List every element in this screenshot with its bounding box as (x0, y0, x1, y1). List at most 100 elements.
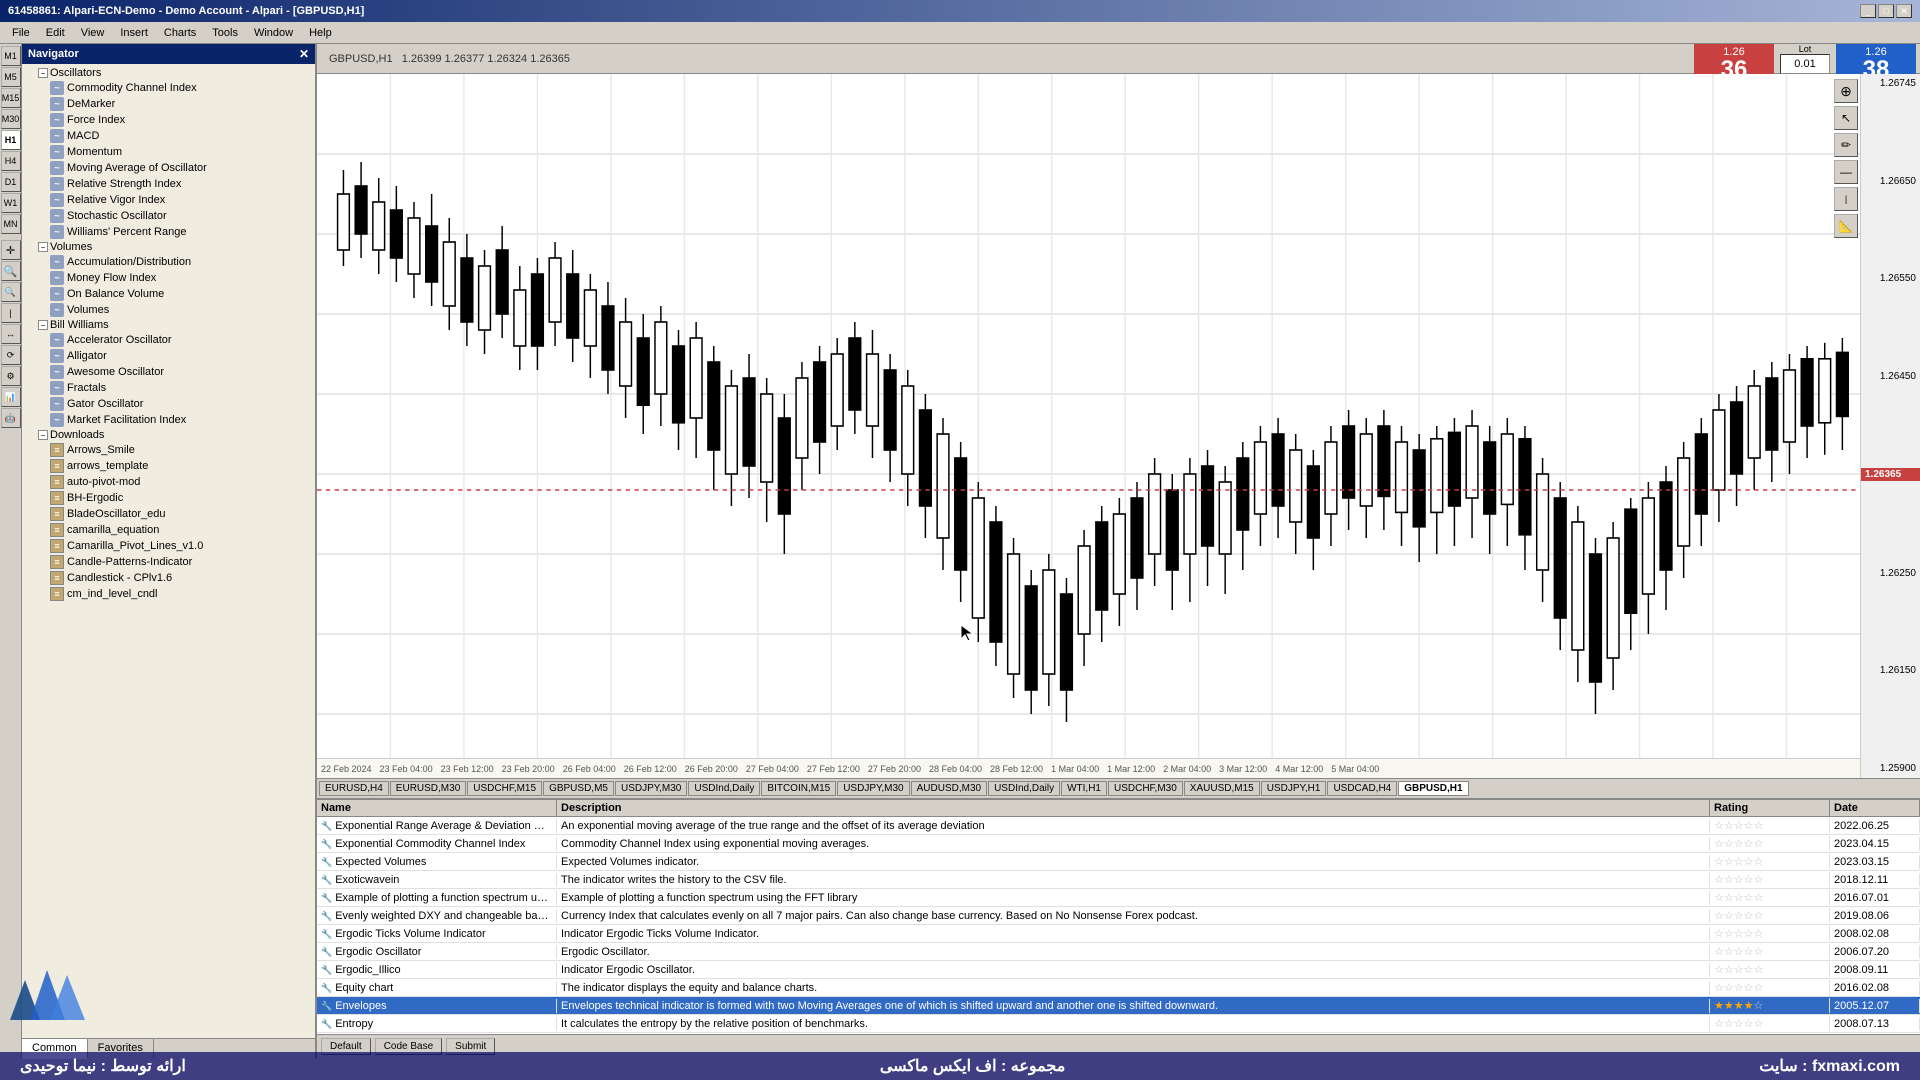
hline-tool[interactable]: — (1834, 160, 1858, 184)
tb-d1[interactable]: D1 (1, 172, 21, 192)
nav-wpr[interactable]: Williams' Percent Range (22, 224, 315, 240)
window-controls[interactable]: _ □ ✕ (1860, 4, 1912, 18)
nav-bh-ergodic[interactable]: BH-Ergodic (22, 490, 315, 506)
menu-insert[interactable]: Insert (112, 25, 156, 41)
nav-camarilla-pivot[interactable]: Camarilla_Pivot_Lines_v1.0 (22, 538, 315, 554)
table-row[interactable]: 🔧Exponential Commodity Channel Index Com… (317, 835, 1920, 853)
sym-usdind-daily[interactable]: USDInd,Daily (688, 781, 760, 796)
sym-usdchf-m30[interactable]: USDCHF,M30 (1108, 781, 1183, 796)
menu-help[interactable]: Help (301, 25, 340, 41)
draw-tool[interactable]: ✏ (1834, 133, 1858, 157)
nav-obv[interactable]: On Balance Volume (22, 286, 315, 302)
tb-autoscroll[interactable]: ⟳ (1, 345, 21, 365)
lot-input[interactable] (1780, 54, 1830, 74)
menu-edit[interactable]: Edit (38, 25, 73, 41)
nav-cci[interactable]: Commodity Channel Index (22, 80, 315, 96)
table-row[interactable]: 🔧Ergodic Oscillator Ergodic Oscillator. … (317, 943, 1920, 961)
tb-zoom-in[interactable]: 🔍 (1, 261, 21, 281)
tb-period-sep[interactable]: | (1, 303, 21, 323)
nav-candle-patterns[interactable]: Candle-Patterns-Indicator (22, 554, 315, 570)
nav-camarilla-eq[interactable]: camarilla_equation (22, 522, 315, 538)
table-row[interactable]: 🔧Ergodic Ticks Volume Indicator Indicato… (317, 925, 1920, 943)
table-row-selected[interactable]: 🔧Envelopes Envelopes technical indicator… (317, 997, 1920, 1015)
tb-h4[interactable]: H4 (1, 151, 21, 171)
menu-tools[interactable]: Tools (204, 25, 246, 41)
navigator-close-btn[interactable]: ✕ (299, 47, 309, 61)
table-row[interactable]: 🔧Evenly weighted DXY and changeable base… (317, 907, 1920, 925)
nav-alligator[interactable]: Alligator (22, 348, 315, 364)
nav-rsi[interactable]: Relative Strength Index (22, 176, 315, 192)
sym-gbpusd-h1[interactable]: GBPUSD,H1 (1398, 781, 1468, 796)
tb-crosshair[interactable]: ✛ (1, 240, 21, 260)
tb-m30[interactable]: M30 (1, 109, 21, 129)
nav-arrows-template[interactable]: arrows_template (22, 458, 315, 474)
menu-window[interactable]: Window (246, 25, 301, 41)
table-row[interactable]: 🔧Equity chart The indicator displays the… (317, 979, 1920, 997)
sym-bitcoin-m15[interactable]: BITCOIN,M15 (761, 781, 836, 796)
sym-usdjpy-m30-2[interactable]: USDJPY,M30 (837, 781, 909, 796)
sym-usdjpy-h1[interactable]: USDJPY,H1 (1261, 781, 1327, 796)
close-btn[interactable]: ✕ (1896, 4, 1912, 18)
sym-wti-h1[interactable]: WTI,H1 (1061, 781, 1107, 796)
nav-arrows-smile[interactable]: Arrows_Smile (22, 442, 315, 458)
tb-indicator[interactable]: 📊 (1, 387, 21, 407)
sym-gbpusd-m5[interactable]: GBPUSD,M5 (543, 781, 614, 796)
menu-file[interactable]: File (4, 25, 38, 41)
sym-xauusd-m15[interactable]: XAUUSD,M15 (1184, 781, 1260, 796)
nav-force[interactable]: Force Index (22, 112, 315, 128)
nav-billwilliams-folder[interactable]: − Bill Williams (22, 318, 315, 332)
tb-mn[interactable]: MN (1, 214, 21, 234)
tb-m5[interactable]: M5 (1, 67, 21, 87)
nav-ao[interactable]: Accelerator Oscillator (22, 332, 315, 348)
maximize-btn[interactable]: □ (1878, 4, 1894, 18)
nav-macd[interactable]: MACD (22, 128, 315, 144)
nav-volumes[interactable]: Volumes (22, 302, 315, 318)
nav-blade-osc[interactable]: BladeOscillator_edu (22, 506, 315, 522)
nav-gator[interactable]: Gator Oscillator (22, 396, 315, 412)
oscillators-toggle[interactable]: − (38, 68, 48, 78)
nav-rvi[interactable]: Relative Vigor Index (22, 192, 315, 208)
sym-eurusd-m30[interactable]: EURUSD,M30 (390, 781, 466, 796)
table-row[interactable]: 🔧Expected Volumes Expected Volumes indic… (317, 853, 1920, 871)
tb-m1[interactable]: M1 (1, 46, 21, 66)
volumes-toggle[interactable]: − (38, 242, 48, 252)
tb-w1[interactable]: W1 (1, 193, 21, 213)
tb-zoom-out[interactable]: 🔍 (1, 282, 21, 302)
table-row[interactable]: 🔧Ergodic_Illico Indicator Ergodic Oscill… (317, 961, 1920, 979)
nav-volumes-folder[interactable]: − Volumes (22, 240, 315, 254)
nav-cm-ind[interactable]: cm_ind_level_cndl (22, 586, 315, 602)
downloads-toggle[interactable]: − (38, 430, 48, 440)
nav-auto-pivot[interactable]: auto-pivot-mod (22, 474, 315, 490)
nav-demarker[interactable]: DeMarker (22, 96, 315, 112)
nav-mfi-bw[interactable]: Market Facilitation Index (22, 412, 315, 428)
sym-usdcad-h4[interactable]: USDCAD,H4 (1327, 781, 1397, 796)
minimize-btn[interactable]: _ (1860, 4, 1876, 18)
sym-usdjpy-m30[interactable]: USDJPY,M30 (615, 781, 687, 796)
bw-toggle[interactable]: − (38, 320, 48, 330)
crosshair-tool[interactable]: ⊕ (1834, 79, 1858, 103)
nav-momentum[interactable]: Momentum (22, 144, 315, 160)
nav-oscillators-folder[interactable]: − Oscillators (22, 66, 315, 80)
tb-expert[interactable]: 🤖 (1, 408, 21, 428)
nav-mfi[interactable]: Money Flow Index (22, 270, 315, 286)
table-row[interactable]: 🔧Example of plotting a function spectrum… (317, 889, 1920, 907)
table-row[interactable]: 🔧Exoticwavein The indicator writes the h… (317, 871, 1920, 889)
tb-chart-scroll[interactable]: ↔ (1, 324, 21, 344)
sym-usdchf-m15[interactable]: USDCHF,M15 (467, 781, 542, 796)
tb-h1[interactable]: H1 (1, 130, 21, 150)
nav-fractals[interactable]: Fractals (22, 380, 315, 396)
vline-tool[interactable]: | (1834, 187, 1858, 211)
menu-view[interactable]: View (73, 25, 113, 41)
nav-candlestick[interactable]: Candlestick - CPlv1.6 (22, 570, 315, 586)
nav-stoch[interactable]: Stochastic Oscillator (22, 208, 315, 224)
tb-m15[interactable]: M15 (1, 88, 21, 108)
trend-tool[interactable]: 📐 (1834, 214, 1858, 238)
table-row[interactable]: 🔧Entropy It calculates the entropy by th… (317, 1015, 1920, 1033)
nav-ad[interactable]: Accumulation/Distribution (22, 254, 315, 270)
nav-awesome[interactable]: Awesome Oscillator (22, 364, 315, 380)
sym-usdind-daily-2[interactable]: USDInd,Daily (988, 781, 1060, 796)
nav-downloads-folder[interactable]: − Downloads (22, 428, 315, 442)
table-row[interactable]: 🔧Exponential Range Average & Deviation O… (317, 817, 1920, 835)
nav-mao[interactable]: Moving Average of Oscillator (22, 160, 315, 176)
tb-chart-settings[interactable]: ⚙ (1, 366, 21, 386)
